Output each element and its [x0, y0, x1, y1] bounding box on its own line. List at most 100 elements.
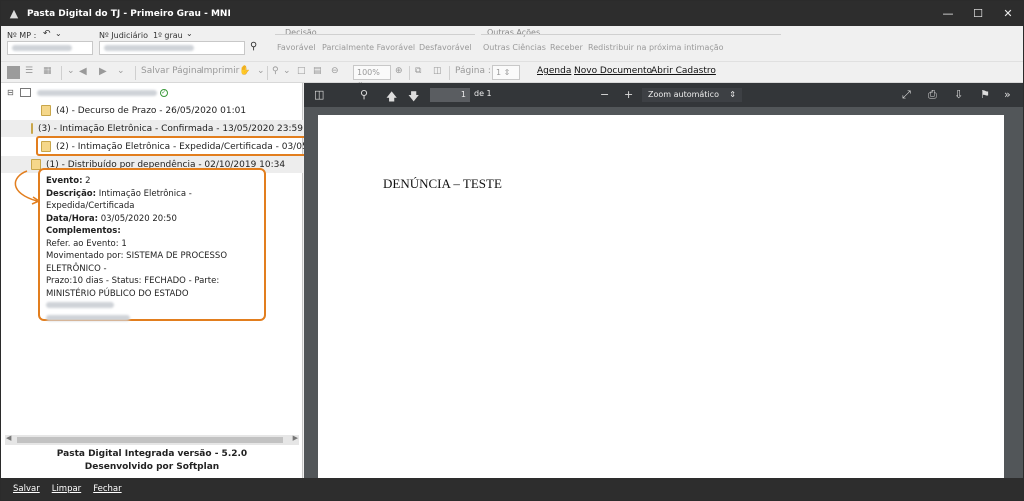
chevron-down-icon[interactable]: ⌄: [55, 29, 62, 38]
bookmark-icon[interactable]: ⚑: [980, 88, 990, 101]
tree-root[interactable]: ⊟ ✓: [7, 84, 168, 101]
favoravel-button[interactable]: Favorável: [277, 43, 315, 52]
minimize-button[interactable]: —: [933, 1, 963, 26]
page-number-input[interactable]: 1: [430, 88, 470, 102]
tree-item-4[interactable]: (4) - Decurso de Prazo - 26/05/2020 01:0…: [41, 102, 246, 119]
pagina-label: Página :: [455, 66, 491, 76]
fit-page-icon[interactable]: □: [297, 66, 306, 76]
bottom-action-bar: Salvar Limpar Fechar: [1, 478, 1023, 500]
evento-value: 2: [85, 176, 91, 186]
fechar-button[interactable]: Fechar: [93, 484, 121, 494]
zoom-out-icon[interactable]: ⊖: [331, 66, 339, 76]
event-tooltip: Evento: 2 Descrição: Intimação Eletrônic…: [38, 168, 266, 321]
print-icon[interactable]: ⎙: [928, 88, 937, 102]
download-icon[interactable]: ⇩: [954, 88, 963, 101]
outras-ciencias-button[interactable]: Outras Ciências: [483, 43, 546, 52]
descricao-value: Intimação Eletrônica -: [98, 188, 192, 199]
app-logo-icon: ▲: [9, 7, 19, 20]
zoom-in-button[interactable]: +: [624, 88, 633, 101]
decisao-title: Decisão: [285, 28, 317, 37]
judicial-label: Nº Judiciário: [99, 31, 148, 40]
scroll-left-icon[interactable]: ◀: [6, 434, 11, 442]
more-tools-icon[interactable]: »: [1004, 88, 1011, 101]
zoom-in-icon[interactable]: ⊕: [395, 66, 403, 76]
process-number-redacted: [36, 89, 157, 96]
scrollbar-thumb[interactable]: [17, 437, 283, 443]
movimentado-por: Movimentado por: SISTEMA DE PROCESSO: [46, 251, 228, 261]
fullscreen-icon[interactable]: ⤢: [902, 88, 911, 102]
zoom-chevron-icon: ⇕: [729, 90, 736, 99]
sidebar-toggle-icon[interactable]: ◫: [314, 88, 324, 101]
next-page-icon[interactable]: 🡇: [408, 88, 419, 107]
maximize-button[interactable]: ☐: [963, 1, 993, 26]
copy-icon[interactable]: ⧉: [415, 66, 421, 76]
search-icon[interactable]: ⚲: [250, 41, 257, 52]
pagina-input[interactable]: 1 ⇕: [492, 65, 520, 80]
developer-line: Desenvolvido por Softplan: [84, 462, 220, 472]
hand-dropdown-icon[interactable]: ⌄: [257, 66, 265, 76]
limpar-button[interactable]: Limpar: [52, 484, 81, 494]
zoom-value: 100%: [357, 68, 380, 77]
fit-width-icon[interactable]: ▤: [313, 66, 322, 76]
horizontal-scrollbar[interactable]: ◀ ▶: [5, 434, 299, 445]
grau-select[interactable]: 1º grau: [153, 31, 183, 40]
zoom-select[interactable]: Zoom automático ⇕: [642, 88, 742, 102]
parte-redacted-cont: [46, 314, 130, 321]
next-icon[interactable]: ▶: [99, 66, 107, 77]
open-folder-icon: [19, 88, 31, 97]
document-content: DENÚNCIA – TESTE: [383, 176, 502, 191]
datahora-value: 03/05/2020 20:50: [100, 213, 177, 224]
desfavoravel-button[interactable]: Desfavorável: [419, 43, 472, 52]
zoom-search-icon[interactable]: ⚲: [272, 66, 279, 76]
dropdown-icon[interactable]: ⌄: [67, 66, 75, 76]
tree-item-label: (3) - Intimação Eletrônica - Confirmada …: [38, 123, 303, 134]
tree-item-label: (4) - Decurso de Prazo - 26/05/2020 01:0…: [56, 105, 247, 116]
zoom-select[interactable]: 100% ⌄: [353, 65, 391, 86]
find-icon[interactable]: ⚲: [360, 88, 368, 101]
grid-view-icon[interactable]: ▦: [43, 66, 52, 76]
close-button[interactable]: ✕: [993, 1, 1023, 26]
pdf-toolbar: ◫ ⚲ 🡅 🡇 1 de 1 − + Zoom automático ⇕ ⤢ ⎙…: [304, 83, 1023, 107]
scroll-right-icon[interactable]: ▶: [293, 434, 298, 442]
grau-chevron-icon[interactable]: ⌄: [186, 29, 193, 38]
hand-icon[interactable]: ✋: [239, 66, 250, 76]
salvar-button[interactable]: Salvar: [13, 484, 40, 494]
parcialmente-favoravel-button[interactable]: Parcialmente Favorável: [322, 43, 415, 52]
selected-item-highlight: [36, 136, 307, 156]
list-view-icon[interactable]: ☰: [25, 66, 33, 76]
receber-button[interactable]: Receber: [550, 43, 583, 52]
zoom-out-button[interactable]: −: [600, 88, 609, 101]
zoom-dropdown-icon[interactable]: ⌄: [283, 66, 291, 76]
salvar-pagina-button[interactable]: Salvar Página: [141, 66, 202, 76]
imprimir-button[interactable]: Imprimir: [201, 66, 239, 76]
agenda-label: Agenda: [537, 66, 572, 76]
previous-icon[interactable]: ◀: [79, 66, 87, 77]
outras-acoes-title: Outras Ações: [487, 28, 541, 37]
undo-icon[interactable]: ↶: [43, 29, 51, 39]
novo-documento-button[interactable]: Novo Documento: [574, 66, 652, 76]
salvar-label: Salvar: [13, 484, 40, 494]
redistribuir-button[interactable]: Redistribuir na próxima intimação: [588, 43, 724, 52]
pdf-viewer: ◫ ⚲ 🡅 🡇 1 de 1 − + Zoom automático ⇕ ⤢ ⎙…: [304, 83, 1023, 478]
tree-view-icon[interactable]: [7, 66, 20, 79]
document-icon: [41, 105, 51, 116]
tree-item-3[interactable]: (3) - Intimação Eletrônica - Confirmada …: [1, 120, 303, 137]
window-title: Pasta Digital do TJ - Primeiro Grau - MN…: [27, 8, 231, 19]
next-dropdown-icon[interactable]: ⌄: [117, 66, 125, 76]
collapse-icon[interactable]: ⊟: [7, 88, 14, 97]
abrir-cadastro-button[interactable]: Abrir Cadastro: [651, 66, 716, 76]
evento-label: Evento:: [46, 176, 83, 186]
version-info: Pasta Digital Integrada versão - 5.2.0 D…: [1, 448, 303, 474]
mp-input[interactable]: [7, 41, 93, 55]
novo-documento-label: Novo Documento: [574, 66, 653, 76]
app-window: ▲ Pasta Digital do TJ - Primeiro Grau - …: [0, 0, 1024, 501]
agenda-button[interactable]: Agenda: [537, 66, 571, 76]
descricao-value-cont: Expedida/Certificada: [46, 201, 135, 211]
pagina-value: 1: [496, 68, 502, 77]
judicial-input[interactable]: [99, 41, 245, 55]
prev-page-icon[interactable]: 🡅: [386, 88, 397, 107]
export-icon[interactable]: ◫: [433, 66, 442, 76]
page-total: de 1: [474, 89, 492, 98]
movimentado-por-cont: ELETRÔNICO -: [46, 263, 107, 274]
limpar-label: Limpar: [51, 484, 82, 494]
